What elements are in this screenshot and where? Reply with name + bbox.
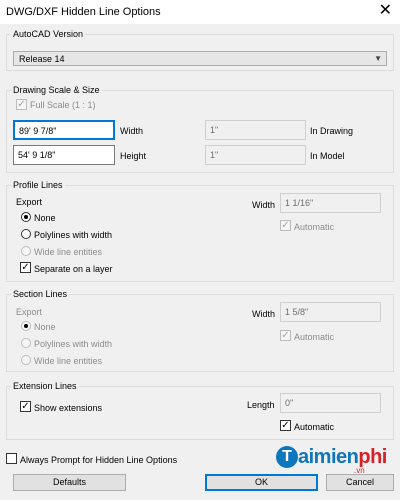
profile-wide-line-label: Wide line entities: [34, 247, 103, 257]
section-width-input[interactable]: 1 5/8": [280, 302, 381, 322]
show-extensions-label: Show extensions: [34, 403, 103, 413]
separate-layer-checkbox[interactable]: ✓: [20, 262, 31, 273]
section-automatic-label: Automatic: [294, 332, 335, 342]
section-wide-line-label: Wide line entities: [34, 356, 103, 366]
autocad-version-value: Release 14: [19, 54, 65, 64]
close-icon[interactable]: ✕: [379, 3, 392, 19]
logo-domain: .vn: [354, 466, 365, 475]
profile-polylines-label: Polylines with width: [34, 230, 113, 240]
logo-text-main: aimien: [298, 446, 359, 468]
extension-length-label: Length: [247, 400, 275, 410]
drawing-width-label: Width: [120, 126, 144, 136]
profile-none-label: None: [34, 213, 56, 223]
in-drawing-label: In Drawing: [310, 126, 354, 136]
defaults-button[interactable]: Defaults: [13, 474, 126, 491]
profile-polylines-radio[interactable]: [21, 229, 31, 239]
always-prompt-label: Always Prompt for Hidden Line Options: [20, 455, 178, 465]
profile-width-label: Width: [252, 200, 276, 210]
section-lines-label: Section Lines: [11, 289, 70, 299]
extension-automatic-label: Automatic: [294, 422, 335, 432]
section-export-label: Export: [16, 307, 43, 317]
section-wide-line-radio[interactable]: [21, 355, 31, 365]
profile-width-input[interactable]: 1 1/16": [280, 193, 381, 213]
drawing-width-input[interactable]: 89' 9 7/8": [13, 120, 115, 140]
section-polylines-label: Polylines with width: [34, 339, 113, 349]
autocad-version-label: AutoCAD Version: [11, 29, 86, 39]
profile-export-label: Export: [16, 197, 43, 207]
extension-lines-label: Extension Lines: [11, 381, 79, 391]
cancel-button[interactable]: Cancel: [326, 474, 394, 491]
full-scale-label: Full Scale (1 : 1): [30, 100, 96, 110]
section-automatic-checkbox[interactable]: ✓: [280, 330, 291, 341]
section-none-radio[interactable]: [21, 321, 31, 331]
drawing-height-label: Height: [120, 151, 147, 161]
taimienphi-logo-text: aimienphi: [298, 446, 387, 469]
extension-automatic-checkbox[interactable]: ✓: [280, 420, 291, 431]
section-polylines-radio[interactable]: [21, 338, 31, 348]
profile-lines-label: Profile Lines: [11, 180, 65, 190]
autocad-version-select[interactable]: Release 14 ▼: [13, 51, 387, 66]
full-scale-checkbox[interactable]: ✓: [16, 99, 27, 110]
window-title: DWG/DXF Hidden Line Options: [6, 6, 161, 18]
section-none-label: None: [34, 322, 56, 332]
profile-wide-line-radio[interactable]: [21, 246, 31, 256]
separate-layer-label: Separate on a layer: [34, 264, 113, 274]
show-extensions-checkbox[interactable]: ✓: [20, 401, 31, 412]
logo-text-accent: phi: [358, 446, 387, 468]
title-bar: DWG/DXF Hidden Line Options ✕: [0, 0, 400, 24]
profile-automatic-label: Automatic: [294, 222, 335, 232]
chevron-down-icon: ▼: [374, 54, 382, 63]
ok-button[interactable]: OK: [205, 474, 318, 491]
section-width-label: Width: [252, 309, 276, 319]
in-model-input[interactable]: 1": [205, 145, 306, 165]
taimienphi-logo-icon: T: [276, 446, 298, 468]
drawing-height-input[interactable]: 54' 9 1/8": [13, 145, 115, 165]
in-model-label: In Model: [310, 151, 345, 161]
drawing-scale-label: Drawing Scale & Size: [11, 85, 102, 95]
always-prompt-checkbox[interactable]: [6, 453, 17, 464]
extension-length-input[interactable]: 0": [280, 393, 381, 413]
profile-automatic-checkbox[interactable]: ✓: [280, 220, 291, 231]
profile-none-radio[interactable]: [21, 212, 31, 222]
in-drawing-input[interactable]: 1": [205, 120, 306, 140]
